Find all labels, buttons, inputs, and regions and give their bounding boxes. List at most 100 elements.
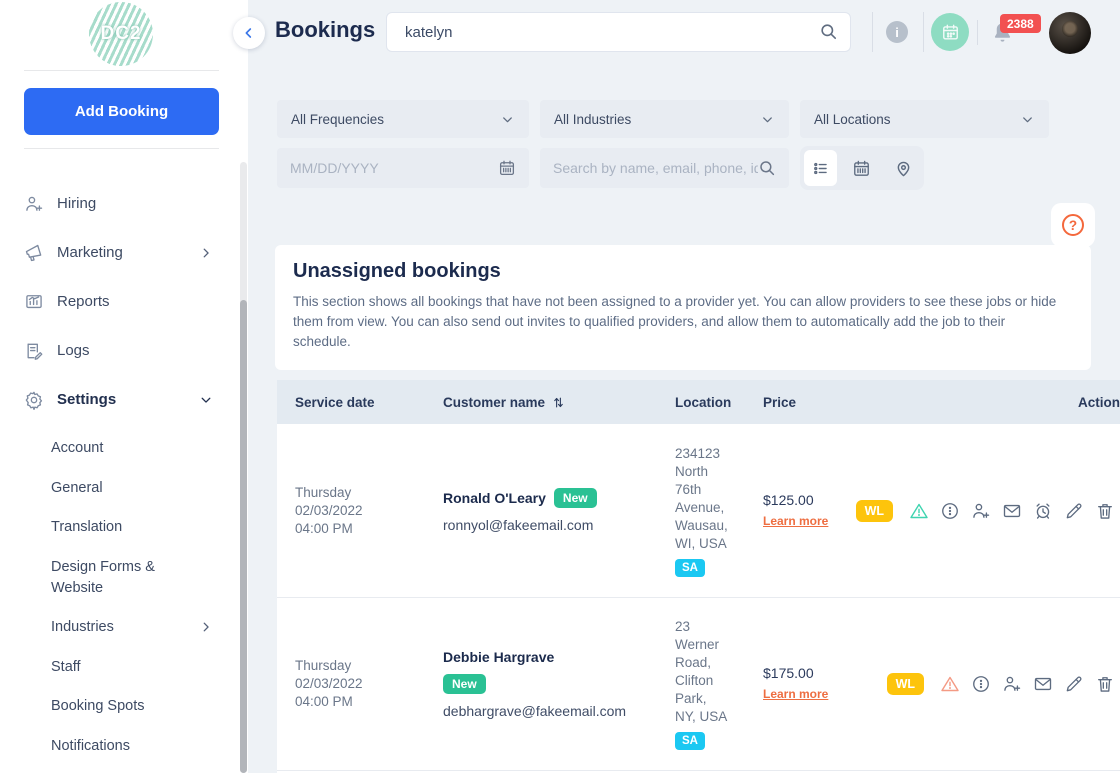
customer-email[interactable]: ronnyol@fakeemail.com [443,517,657,533]
sidebar-nav: Hiring Marketing Reports Logs Settings Accou… [0,193,243,773]
sidebar-subitem-label: Industries [51,619,114,635]
person-add-icon[interactable] [1002,674,1022,694]
service-date: Thursday 02/03/2022 04:00 PM [295,658,363,709]
user-avatar[interactable] [1049,12,1091,54]
sidebar-item-label: Reports [57,293,110,310]
location-cell: 234123 North 76th Avenue, Wausau, WI, US… [657,445,745,577]
sort-icon[interactable] [551,395,566,410]
trash-icon[interactable] [1095,501,1115,521]
megaphone-icon [24,243,44,263]
table-search [540,148,789,188]
sidebar-subitem-label: Account [51,440,104,456]
topbar: Bookings i 2388 [248,0,1120,64]
logo-text: DC2 [100,23,142,44]
help-button[interactable]: ? [1051,203,1095,247]
chevron-down-icon [503,116,512,122]
table-search-input[interactable] [553,160,758,176]
sidebar-item-logs[interactable]: Logs [0,340,243,361]
pencil-icon[interactable] [1064,501,1084,521]
customer-cell: Debbie Hargrave New debhargrave@fakeemail.… [425,649,657,719]
date-filter [277,148,529,188]
list-view-icon [814,162,827,174]
search-icon[interactable] [758,159,776,177]
mail-icon[interactable] [1033,674,1053,694]
info-icon[interactable]: i [886,21,908,43]
person-add-icon [24,194,44,214]
warning-icon[interactable] [909,501,929,521]
warning-icon[interactable] [940,674,960,694]
table-row: Thursday 02/03/2022 04:00 PM Debbie Hargr… [277,597,1120,770]
sidebar-item-hiring[interactable]: Hiring [0,193,243,214]
customer-name[interactable]: Debbie Hargrave [443,649,554,665]
sidebar-subitem-staff[interactable]: Staff [0,657,243,678]
learn-more-link[interactable]: Learn more [763,687,828,701]
actions-cell: WL [855,499,1120,522]
notification-count-badge[interactable]: 2388 [1000,14,1041,33]
mail-icon[interactable] [1002,501,1022,521]
column-header-price: Price [763,394,797,410]
sidebar-item-settings[interactable]: Settings [0,389,243,410]
filters: All Frequencies All Industries All Locat… [277,100,1120,190]
sidebar-item-marketing[interactable]: Marketing [0,242,243,263]
dots-circle-icon[interactable] [971,674,991,694]
price-value: $125.00 [763,491,814,508]
location-address: 234123 North 76th Avenue, Wausau, WI, US… [675,445,728,551]
wl-badge[interactable]: WL [886,673,924,695]
sidebar-item-reports[interactable]: Reports [0,291,243,312]
chevron-left-icon [245,28,252,38]
sidebar-subitem-industries[interactable]: Industries [0,617,243,638]
divider [977,20,978,45]
person-add-icon[interactable] [971,501,991,521]
chart-icon [24,292,44,312]
learn-more-link[interactable]: Learn more [763,514,828,528]
company-logo[interactable]: DC2 [89,2,153,66]
chevron-right-icon [199,246,213,260]
frequency-filter-value: All Frequencies [291,111,385,127]
sidebar-subitem-general[interactable]: General [0,478,243,499]
column-header-service-date: Service date [295,394,375,410]
pencil-icon[interactable] [1064,674,1084,694]
search-icon[interactable] [819,22,838,41]
industry-filter-select[interactable]: All Industries [540,100,789,138]
calendar-clock-icon [942,24,958,40]
date-input[interactable] [290,160,498,176]
wl-badge[interactable]: WL [855,499,893,522]
sidebar-scrollbar-thumb[interactable] [240,300,247,773]
sidebar-item-label: Hiring [57,195,97,212]
trash-icon[interactable] [1095,674,1115,694]
back-button[interactable] [233,17,265,49]
sa-badge: SA [675,732,705,750]
actions-cell: WL [863,673,1120,695]
sidebar-subitem-translation[interactable]: Translation [0,517,243,538]
calendar-view-button[interactable] [845,150,878,186]
list-view-button[interactable] [804,150,838,186]
sidebar-subitem-booking-spots[interactable]: Booking Spots [0,696,243,717]
frequency-filter-select[interactable]: All Frequencies [277,100,529,138]
clock-icon[interactable] [1033,501,1053,521]
sidebar-subitem-label: Translation [51,519,123,535]
chevron-right-icon [199,620,213,634]
help-icon: ? [1062,214,1084,236]
sa-badge: SA [675,558,705,577]
customer-email[interactable]: debhargrave@fakeemail.com [443,703,657,719]
section-title: Unassigned bookings [293,260,501,282]
customer-name[interactable]: Ronald O'Leary [443,490,546,506]
schedule-button[interactable] [931,13,969,51]
main-content: Bookings i 2388 All Frequencies All Indu… [248,0,1120,773]
sidebar-subitem-design-forms-website[interactable]: Design Forms & Website [0,557,243,599]
chevron-down-icon [1023,116,1032,122]
add-booking-button[interactable]: Add Booking [24,88,219,135]
sidebar-subitem-notifications[interactable]: Notifications [0,736,243,757]
search-input[interactable] [386,12,851,52]
map-pin-icon [897,161,910,176]
dots-circle-icon[interactable] [940,501,960,521]
new-status-badge: New [443,674,486,694]
map-view-button[interactable] [887,150,920,186]
bookings-table: Service date Customer name Location Price Ac… [277,380,1120,773]
sidebar-subitem-account[interactable]: Account [0,438,243,459]
sidebar-subitem-label: Design Forms & Website [51,558,155,596]
calendar-icon[interactable] [498,159,516,177]
table-row: Thursday 02/03/2022 04:00 PM Ronald O'Lea… [277,424,1120,597]
page-title: Bookings [275,17,376,42]
location-filter-select[interactable]: All Locations [800,100,1049,138]
